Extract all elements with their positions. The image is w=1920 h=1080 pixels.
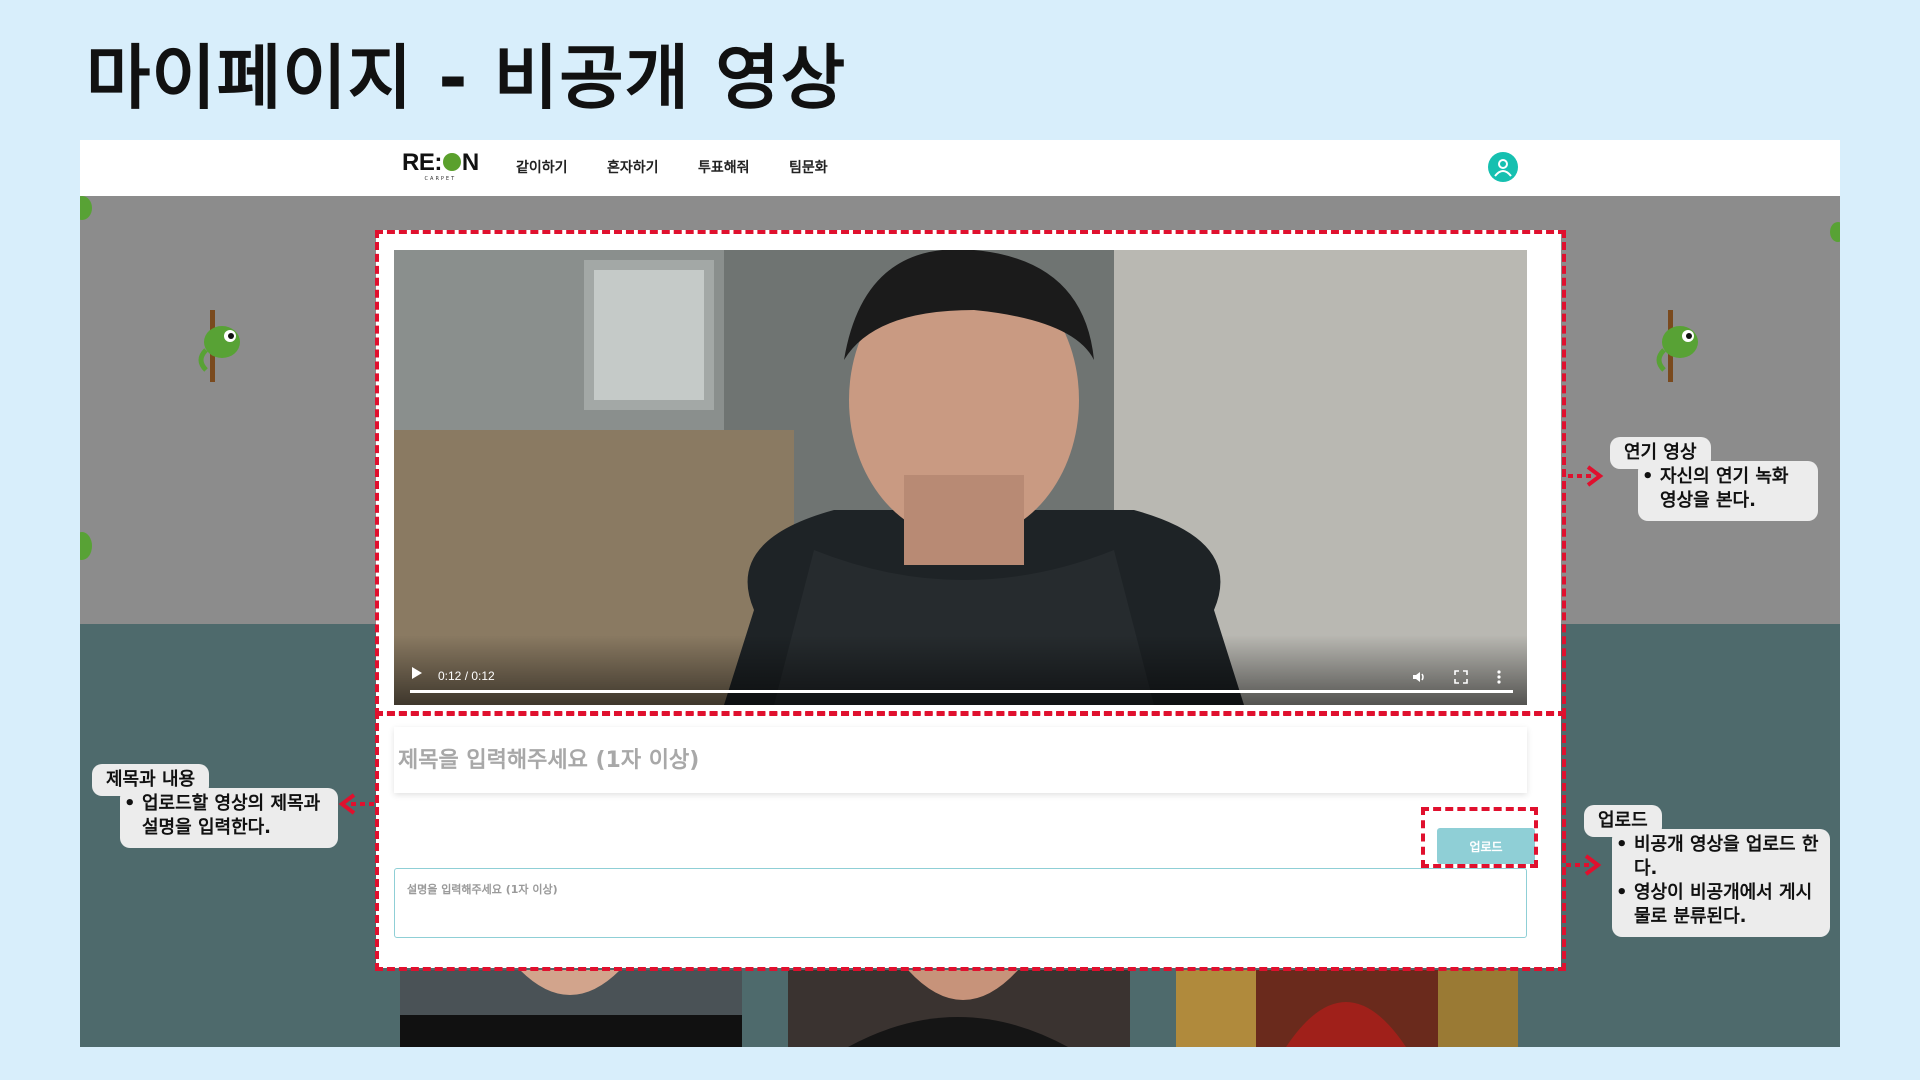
reon-logo[interactable]: RE: N CARPET: [402, 149, 479, 183]
title-input[interactable]: [394, 727, 1527, 793]
user-avatar-icon[interactable]: [1488, 152, 1518, 182]
video-player[interactable]: 0:12 / 0:12: [394, 250, 1527, 705]
video-progress-fill: [410, 690, 1513, 693]
fullscreen-icon[interactable]: [1453, 669, 1469, 685]
description-input[interactable]: [394, 868, 1527, 938]
nav-item-team-culture[interactable]: 팀문화: [789, 157, 828, 177]
nav-item-together[interactable]: 같이하기: [516, 157, 568, 177]
annotation-bullet: 비공개 영상을 업로드 한다.: [1612, 833, 1822, 881]
app-window: RE: N CARPET 같이하기 혼자하기 투표해줘 팀문화 0:12 / 0…: [80, 140, 1840, 1047]
upload-panel: 0:12 / 0:12 업로드: [376, 230, 1561, 968]
annotation-callout-video: 연기 영상 자신의 연기 녹화 영상을 본다.: [1610, 437, 1818, 521]
video-progress-bar[interactable]: [410, 690, 1513, 693]
logo-subtitle: CARPET: [424, 176, 457, 182]
annotation-bullet: 영상이 비공개에서 게시물로 분류된다.: [1612, 881, 1822, 929]
annotation-bullet: 업로드할 영상의 제목과 설명을 입력한다.: [120, 792, 330, 840]
nav-item-vote[interactable]: 투표해줘: [698, 157, 750, 177]
video-controls-bar: 0:12 / 0:12: [394, 635, 1527, 705]
top-navbar: RE: N CARPET 같이하기 혼자하기 투표해줘 팀문화: [80, 140, 1840, 196]
chameleon-icon: [80, 196, 92, 220]
video-thumbnail[interactable]: [400, 970, 742, 1047]
logo-wordmark: RE: N: [402, 149, 479, 176]
chameleon-icon: [1830, 222, 1840, 242]
chameleon-icon: [80, 532, 92, 560]
annotation-bullet: 자신의 연기 녹화 영상을 본다.: [1638, 465, 1808, 513]
more-options-icon[interactable]: [1491, 669, 1507, 685]
chameleon-icon: [1656, 310, 1698, 382]
chameleon-icon: [198, 310, 240, 382]
volume-icon[interactable]: [1411, 669, 1427, 685]
annotation-callout-title-desc: 제목과 내용 업로드할 영상의 제목과 설명을 입력한다.: [92, 764, 338, 848]
video-thumbnail[interactable]: [788, 970, 1130, 1047]
video-thumbnail[interactable]: [1176, 970, 1518, 1047]
nav-item-alone[interactable]: 혼자하기: [607, 157, 659, 177]
upload-button[interactable]: 업로드: [1437, 828, 1535, 864]
play-icon[interactable]: [412, 667, 422, 679]
annotation-callout-upload: 업로드 비공개 영상을 업로드 한다. 영상이 비공개에서 게시물로 분류된다.: [1584, 805, 1830, 937]
slide-title: 마이페이지 - 비공개 영상: [86, 37, 847, 119]
video-time: 0:12 / 0:12: [438, 669, 495, 683]
